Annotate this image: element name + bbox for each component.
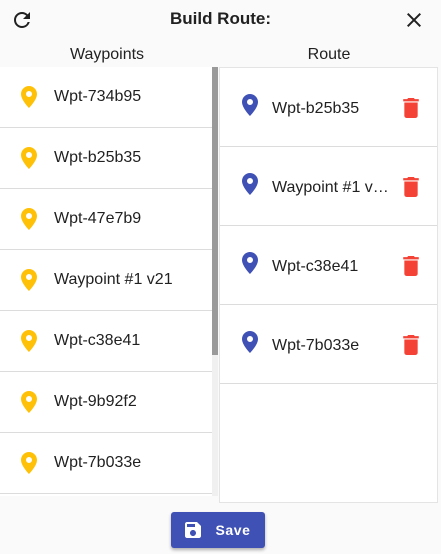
scrollbar-thumb[interactable] — [212, 67, 218, 355]
waypoint-label: Wpt-734b95 — [54, 88, 142, 105]
map-marker-icon — [21, 147, 37, 169]
route-item[interactable]: Wpt-c38e41 — [220, 226, 437, 305]
waypoint-label: Wpt-c38e41 — [54, 332, 141, 349]
route-label: Wpt-c38e41 — [272, 258, 359, 275]
map-marker-icon — [242, 331, 258, 353]
map-marker-icon — [21, 208, 37, 230]
map-marker-icon — [242, 94, 258, 116]
trash-icon[interactable] — [402, 177, 420, 197]
map-marker-icon — [21, 86, 37, 108]
waypoint-label: Wpt-7b033e — [54, 454, 142, 471]
route-item[interactable]: Wpt-b25b35 — [220, 68, 437, 147]
save-button-label: Save — [215, 522, 251, 538]
route-label: Wpt-7b033e — [272, 337, 360, 354]
route-heading: Route — [307, 46, 351, 63]
floppy-disk-icon — [185, 522, 202, 538]
waypoint-label: Wpt-47e7b9 — [54, 210, 142, 227]
waypoint-label: Waypoint #1 v21 — [54, 271, 173, 288]
waypoint-label: Wpt-b25b35 — [54, 149, 142, 166]
waypoint-item[interactable]: Wpt-734b95 — [0, 67, 212, 128]
close-icon[interactable] — [402, 8, 426, 32]
dialog-header: Build Route: — [0, 0, 441, 40]
waypoint-item[interactable]: Wpt-b25b35 — [0, 128, 212, 189]
route-list: Wpt-b25b35 Waypoint #1 v21 Wpt-c38e41 Wp… — [219, 67, 438, 503]
route-label: Wpt-b25b35 — [272, 100, 360, 117]
waypoints-list: Wpt-734b95 Wpt-b25b35 Wpt-47e7b9 Waypoin… — [0, 67, 212, 496]
map-marker-icon — [21, 452, 37, 474]
map-marker-icon — [242, 252, 258, 274]
waypoints-scrollbar[interactable] — [212, 67, 218, 496]
map-marker-icon — [21, 330, 37, 352]
route-label: Waypoint #1 v21 — [272, 179, 390, 196]
trash-icon[interactable] — [402, 256, 420, 276]
trash-icon[interactable] — [402, 335, 420, 355]
waypoint-label: Wpt-9b92f2 — [54, 393, 137, 410]
dialog-title: Build Route: — [169, 9, 272, 28]
waypoint-item[interactable]: Wpt-7b033e — [0, 433, 212, 494]
waypoints-heading: Waypoints — [69, 46, 145, 63]
waypoint-item[interactable]: Wpt-c38e41 — [0, 311, 212, 372]
route-item[interactable]: Waypoint #1 v21 — [220, 147, 437, 226]
waypoint-item[interactable]: Waypoint #1 v21 — [0, 250, 212, 311]
map-marker-icon — [21, 391, 37, 413]
waypoint-item[interactable]: Wpt-47e7b9 — [0, 189, 212, 250]
map-marker-icon — [21, 269, 37, 291]
save-button[interactable]: Save — [171, 512, 265, 548]
waypoint-item[interactable]: Wpt-9b92f2 — [0, 372, 212, 433]
route-item[interactable]: Wpt-7b033e — [220, 305, 437, 384]
map-marker-icon — [242, 173, 258, 195]
trash-icon[interactable] — [402, 98, 420, 118]
